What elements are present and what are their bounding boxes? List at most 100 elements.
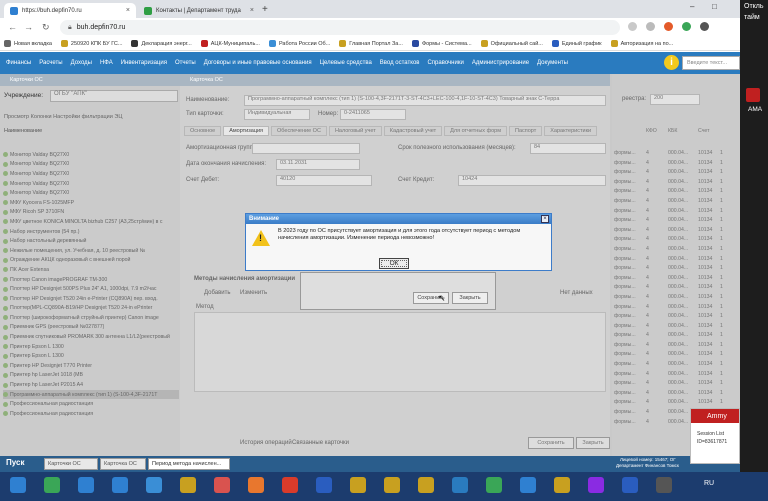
menu-item-balances[interactable]: Ввод остатков — [380, 60, 420, 66]
table-row[interactable]: формы... 4 000.04... 10134 1 — [614, 371, 740, 381]
share-icon[interactable] — [628, 22, 637, 31]
bookmark-item[interactable]: Главная Портал За... — [339, 40, 403, 47]
browser-tab-active[interactable]: https://buh.depfin70.ru × — [4, 3, 136, 18]
list-item[interactable]: Приемник GPS (реестровый №027877) — [3, 323, 179, 333]
taskbar-app-icon[interactable] — [316, 477, 332, 493]
tab-amortization[interactable]: Амортизация — [223, 126, 270, 136]
table-row[interactable]: формы... 4 000.04... 10134 1 — [614, 380, 740, 390]
list-item[interactable]: МФУ Ricoh SP 3710FN — [3, 208, 179, 218]
list-item[interactable]: Профессиональная радиостанция — [3, 399, 179, 409]
table-row[interactable]: формы... 4 000.04... 10134 1 — [614, 351, 740, 361]
table-row[interactable]: формы... 4 000.04... 10134 1 — [614, 265, 740, 275]
menu-item-inventory[interactable]: Инвентаризация — [121, 60, 167, 66]
taskbar-app-icon[interactable] — [282, 477, 298, 493]
table-row[interactable]: формы... 4 000.04... 10134 1 — [614, 227, 740, 237]
extension-icon[interactable] — [664, 22, 673, 31]
card-close-button[interactable]: Закрыть — [576, 437, 610, 449]
bookmark-item[interactable]: Официальный сай... — [480, 40, 543, 47]
table-row[interactable]: формы... 4 000.04... 10134 1 — [614, 361, 740, 371]
forward-icon[interactable]: → — [24, 22, 33, 32]
table-row[interactable]: формы... 4 000.04... 10134 1 — [614, 160, 740, 170]
ammy-app-icon[interactable] — [746, 88, 760, 102]
extensions-puzzle-icon[interactable] — [700, 22, 709, 31]
list-item[interactable]: Принтер Epson L 1300 — [3, 351, 179, 361]
list-item[interactable]: Принтер HP Designjet T770 Printer — [3, 361, 179, 371]
history-button[interactable]: История операций — [240, 440, 292, 446]
tab-tax[interactable]: Налоговый учет — [328, 126, 382, 136]
menu-item-income[interactable]: Доходы — [71, 60, 92, 66]
ammy-session-list[interactable]: Session List — [691, 423, 739, 437]
table-row[interactable]: формы... 4 000.04... 10134 1 — [614, 236, 740, 246]
type-field[interactable]: Индивидуальная — [244, 109, 310, 120]
taskbar-app-icon[interactable] — [486, 477, 502, 493]
period-close-button[interactable]: Закрыть — [452, 292, 488, 304]
table-row[interactable]: формы... 4 000.04... 10134 1 — [614, 313, 740, 323]
table-row[interactable]: формы... 4 000.04... 10134 1 — [614, 284, 740, 294]
table-row[interactable]: формы... 4 000.04... 10134 1 — [614, 256, 740, 266]
menu-item-admin[interactable]: Администрирование — [472, 60, 529, 66]
list-item[interactable]: Ограждение АКЦК одноразовый с внешней по… — [3, 256, 179, 266]
list-item[interactable]: Монитор Valday BQ27X0 — [3, 188, 179, 198]
info-icon[interactable]: i — [664, 55, 679, 70]
table-row[interactable]: формы... 4 000.04... 10134 1 — [614, 198, 740, 208]
taskbar-app-icon[interactable] — [78, 477, 94, 493]
list-item[interactable]: ПК Acer Extensa — [3, 265, 179, 275]
tab-support[interactable]: Обеспечение ОС — [271, 126, 327, 136]
new-tab-button[interactable]: + — [262, 4, 268, 15]
institution-field[interactable]: ОГБУ "АПК" — [50, 90, 178, 102]
menu-item-nfa[interactable]: НФА — [100, 60, 113, 66]
extension-icon[interactable] — [682, 22, 691, 31]
list-item[interactable]: Монитор Valday BQ27X0 — [3, 179, 179, 189]
list-item[interactable]: Плоттер Canon imagePROGRAF TM-300 — [3, 275, 179, 285]
end-date-field[interactable]: 03.11.2031 — [276, 159, 360, 170]
bookmark-star-icon[interactable] — [646, 22, 655, 31]
table-row[interactable]: формы... 4 000.04... 10134 1 — [614, 275, 740, 285]
tab-passport[interactable]: Паспорт — [509, 126, 543, 136]
list-item[interactable]: Принтер hp LaserJet 1018 (МВ — [3, 371, 179, 381]
taskbar-app-icon[interactable] — [44, 477, 60, 493]
tab-cadastral[interactable]: Кадастровый учет — [383, 126, 443, 136]
close-tab-icon[interactable]: × — [250, 7, 254, 14]
bookmark-item[interactable]: Декларация энерг... — [131, 40, 192, 47]
debit-field[interactable]: 40120 — [276, 175, 372, 186]
list-item[interactable]: Приемник спутниковый PROMARK 300 антенна… — [3, 332, 179, 342]
taskbar-item[interactable]: Карточка ОС — [100, 458, 146, 470]
list-item[interactable]: Монитор Valday BQ27X0 — [3, 150, 179, 160]
list-item[interactable]: Набор настольный деревянный — [3, 236, 179, 246]
list-item[interactable]: Плоттер(MPL-CQ890A-B19/HP Designjet T520… — [3, 304, 179, 314]
list-item[interactable]: Нежилые помещения, ул. Учебная, д. 10 ре… — [3, 246, 179, 256]
credit-field[interactable]: 10424 — [458, 175, 606, 186]
menu-item-contracts[interactable]: Договоры и иные правовые основания — [204, 60, 312, 66]
table-row[interactable]: формы... 4 000.04... 10134 1 — [614, 323, 740, 333]
table-row[interactable]: формы... 4 000.04... 10134 1 — [614, 294, 740, 304]
name-field[interactable]: Программно-аппаратный комплекс (тип 1) (… — [244, 95, 606, 106]
tab-main[interactable]: Основное — [184, 126, 222, 136]
menu-item-settlements[interactable]: Расчеты — [39, 60, 62, 66]
language-indicator[interactable]: RU — [704, 480, 714, 487]
list-item[interactable]: Набор инструментов (54 пр.) — [3, 227, 179, 237]
list-item[interactable]: Профессиональная радиостанция — [3, 409, 179, 419]
browser-tab[interactable]: Контакты | Департамент труда × — [138, 3, 260, 18]
bookmark-item[interactable]: АЦК-Муниципаль... — [200, 40, 260, 47]
number-field[interactable]: 0-2411065 — [340, 109, 406, 120]
minimize-icon[interactable]: – — [690, 2, 694, 11]
taskbar-app-icon[interactable] — [520, 477, 536, 493]
taskbar-app-icon[interactable] — [452, 477, 468, 493]
menu-item-finance[interactable]: Финансы — [6, 60, 31, 66]
table-row[interactable]: формы... 4 000.04... 10134 1 — [614, 342, 740, 352]
table-row[interactable]: формы... 4 000.04... 10134 1 — [614, 150, 740, 160]
menu-item-documents[interactable]: Документы — [537, 60, 568, 66]
add-method-button[interactable]: Добавить — [204, 290, 231, 296]
bookmark-item[interactable]: Единый график — [551, 40, 602, 47]
taskbar-app-icon[interactable] — [418, 477, 434, 493]
ok-button[interactable]: ОК — [379, 258, 409, 269]
table-row[interactable]: формы... 4 000.04... 10134 1 — [614, 208, 740, 218]
menu-item-directories[interactable]: Справочники — [427, 60, 463, 66]
table-row[interactable]: формы... 4 000.04... 10134 1 — [614, 169, 740, 179]
table-row[interactable]: формы... 4 000.04... 10134 1 — [614, 179, 740, 189]
menu-item-target-funds[interactable]: Целевые средства — [320, 60, 372, 66]
bookmark-item[interactable]: Новая вкладка — [4, 40, 52, 47]
table-row[interactable]: формы... 4 000.04... 10134 1 — [614, 217, 740, 227]
linked-cards-button[interactable]: Связанные карточки — [292, 440, 349, 446]
taskbar-app-icon[interactable] — [214, 477, 230, 493]
